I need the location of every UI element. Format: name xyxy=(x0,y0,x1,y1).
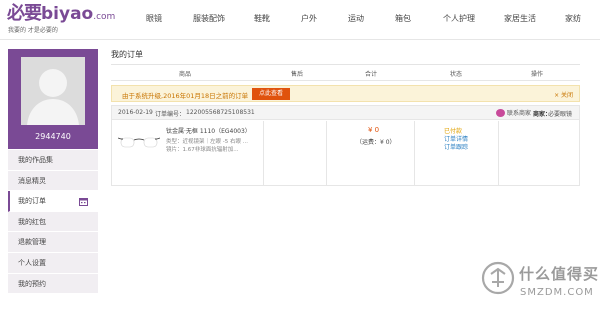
nav-item-apparel[interactable]: 服装配饰 xyxy=(193,13,225,24)
notice-text: 由于系统升级,2016年01月18日之前的订单 xyxy=(122,92,249,100)
sidebar-item-label: 我的预约 xyxy=(18,279,46,288)
order-number: 122005568725108531 xyxy=(186,109,255,116)
smzdm-watermark: 什么值得买 SMZDM.COM xyxy=(481,256,600,306)
nav-item-glasses[interactable]: 眼镜 xyxy=(146,13,162,24)
column-header-status: 状态 xyxy=(450,71,463,78)
watermark-english: SMZDM.COM xyxy=(520,287,594,298)
rimless-glasses-image[interactable] xyxy=(118,128,160,156)
order-card: 2016-02-19 订单编号： 122005568725108531 联系商家… xyxy=(111,105,580,186)
account-sidebar: 2944740 我的作品集 消息精灵 我的订单 我的红包 退款管理 个人设置 我… xyxy=(8,49,98,297)
sidebar-item-label: 我的作品集 xyxy=(18,156,53,164)
avatar[interactable] xyxy=(21,57,85,125)
column-divider xyxy=(414,121,415,185)
sidebar-item-label: 我的订单 xyxy=(18,197,46,206)
profile-card: 2944740 xyxy=(8,49,98,149)
product-name[interactable]: 钛金属·无框 1110（EG4003） xyxy=(166,126,251,135)
column-divider xyxy=(263,121,264,185)
sidebar-item-label: 消息精灵 xyxy=(18,176,46,185)
view-old-orders-button[interactable]: 点此查看 xyxy=(252,88,290,100)
order-date: 2016-02-19 xyxy=(118,109,153,116)
sidebar-item-label: 我的红包 xyxy=(18,217,46,226)
nav-item-outdoor[interactable]: 户外 xyxy=(301,13,317,24)
order-tracking-link[interactable]: 订单跟踪 xyxy=(444,142,468,151)
sidebar-menu: 我的作品集 消息精灵 我的订单 我的红包 退款管理 个人设置 我的预约 xyxy=(8,150,98,295)
sidebar-item-refunds[interactable]: 退款管理 xyxy=(8,232,98,253)
site-header: 必要biyao.com 我要的 才是必要的 眼镜 服装配饰 鞋靴 户外 运动 箱… xyxy=(0,0,600,40)
order-total: ¥ 0 xyxy=(368,126,380,134)
smzdm-logo-icon xyxy=(481,261,515,295)
nav-item-personal-care[interactable]: 个人护理 xyxy=(443,13,475,24)
order-header: 2016-02-19 订单编号： 122005568725108531 联系商家… xyxy=(112,106,579,120)
orders-table-header: 商品 售后 合计 状态 操作 xyxy=(111,67,580,81)
sidebar-item-reservations[interactable]: 我的预约 xyxy=(8,273,98,295)
contact-seller-label: 联系商家 xyxy=(507,110,532,117)
sidebar-item-red-packets[interactable]: 我的红包 xyxy=(8,211,98,233)
nav-item-bags[interactable]: 箱包 xyxy=(395,13,411,24)
sidebar-item-portfolio[interactable]: 我的作品集 xyxy=(8,150,98,171)
watermark-chinese: 什么值得买 xyxy=(519,265,600,283)
close-notice-button[interactable]: × 关闭 xyxy=(554,90,573,99)
column-header-actions: 操作 xyxy=(531,71,544,78)
product-type: 类型：近视镜架｜左眼 -5 右眼 ... xyxy=(166,139,248,145)
shipping-fee: （运费：¥ 0） xyxy=(356,139,396,146)
sidebar-item-label: 退款管理 xyxy=(18,238,46,247)
contact-seller-button[interactable]: 联系商家 xyxy=(496,108,531,118)
calendar-icon xyxy=(79,198,88,207)
sidebar-item-orders[interactable]: 我的订单 xyxy=(8,191,98,212)
order-number-label: 订单编号： xyxy=(155,111,186,118)
nav-item-home[interactable]: 家居生活 xyxy=(504,13,536,24)
sidebar-item-settings[interactable]: 个人设置 xyxy=(8,252,98,274)
username: 2944740 xyxy=(35,132,71,141)
page-title: 我的订单 xyxy=(111,50,143,59)
column-divider xyxy=(498,121,499,185)
column-header-after-sales: 售后 xyxy=(291,71,304,78)
upgrade-notice: 由于系统升级,2016年01月18日之前的订单 点此查看 × 关闭 xyxy=(111,85,580,102)
title-divider xyxy=(111,64,580,65)
default-avatar-icon xyxy=(21,57,85,125)
seller-name[interactable]: 必要眼镜 xyxy=(548,109,572,118)
column-header-product: 商品 xyxy=(179,71,192,78)
nav-item-sports[interactable]: 运动 xyxy=(348,13,364,24)
column-divider xyxy=(326,121,327,185)
nav-item-textiles[interactable]: 家纺 xyxy=(565,13,581,24)
nav-item-shoes[interactable]: 鞋靴 xyxy=(254,13,270,24)
sidebar-item-label: 个人设置 xyxy=(18,258,46,267)
main-nav: 眼镜 服装配饰 鞋靴 户外 运动 箱包 个人护理 家居生活 家纺 xyxy=(0,0,600,40)
product-lens: 镜片：1.67非球面抗辐射加... xyxy=(166,147,239,153)
column-header-total: 合计 xyxy=(365,71,378,78)
sidebar-item-messages[interactable]: 消息精灵 xyxy=(8,170,98,192)
chat-icon xyxy=(496,108,505,117)
